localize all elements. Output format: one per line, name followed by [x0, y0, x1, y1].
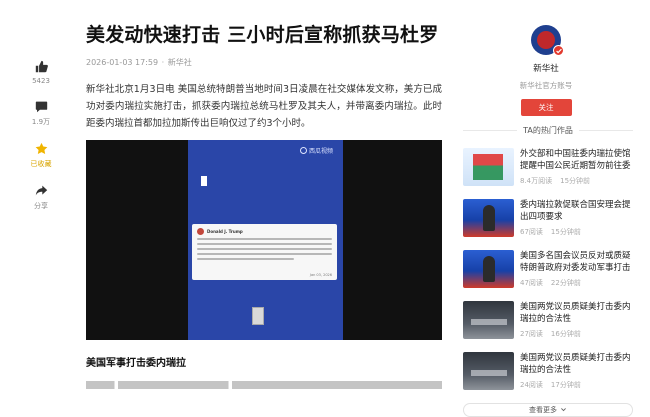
collect-button[interactable]: 已收藏: [26, 140, 56, 169]
hot-works-title: TA的热门作品: [463, 125, 633, 136]
chevron-down-icon: [560, 406, 567, 415]
hot-work-title: 美国两党议员质疑美打击委内瑞拉的合法性: [520, 302, 631, 324]
like-button[interactable]: 5423: [26, 58, 56, 85]
social-post-card: Donald J. Trump Jan 03, 2026: [192, 224, 337, 281]
article-date: 2026-01-03 17:59: [86, 58, 159, 67]
hot-work-thumbnail: [463, 199, 514, 237]
share-button[interactable]: 分享: [26, 182, 56, 211]
hot-work-item[interactable]: 美国两党议员质疑美打击委内瑞拉的合法性 27阅读 16分钟前: [463, 301, 633, 345]
comment-count: 1.9万: [31, 118, 51, 126]
share-icon: [33, 182, 49, 198]
article-source[interactable]: 新华社: [168, 58, 192, 67]
hot-works-list: 外交部和中国驻委内瑞拉使馆提醒中国公民近期暂勿前往委内瑞拉 8.4万阅读 15分钟前…: [463, 148, 633, 396]
hot-work-time: 17分钟前: [550, 381, 581, 389]
author-name[interactable]: 新华社: [533, 62, 559, 74]
hot-work-reads: 67阅读: [520, 228, 543, 236]
hot-work-title: 美国多名国会议员反对或质疑特朗普政府对委发动军事打击: [520, 251, 631, 273]
hot-work-time: 22分钟前: [550, 279, 581, 287]
hot-work-item[interactable]: 外交部和中国驻委内瑞拉使馆提醒中国公民近期暂勿前往委内瑞拉 8.4万阅读 15分钟前: [463, 148, 633, 192]
hot-work-thumbnail: [463, 301, 514, 339]
section-heading: 美国军事打击委内瑞拉: [86, 358, 186, 370]
comment-icon: [33, 98, 49, 114]
next-paragraph: [86, 381, 442, 390]
video-side-icon: [201, 176, 207, 187]
hot-work-item[interactable]: 美国多名国会议员反对或质疑特朗普政府对委发动军事打击 47阅读 22分钟前: [463, 250, 633, 294]
hot-work-title: 美国两党议员质疑美打击委内瑞拉的合法性: [520, 353, 631, 375]
article: 美发动快速打击 三小时后宣称抓获马杜罗 2026-01-03 17:59 · 新…: [86, 20, 442, 390]
post-author: Donald J. Trump: [207, 229, 243, 235]
hot-work-time: 15分钟前: [560, 177, 591, 185]
view-more-button[interactable]: 查看更多: [463, 403, 633, 417]
post-date: Jan 03, 2026: [309, 273, 332, 278]
hot-work-thumbnail: [463, 352, 514, 390]
hot-work-reads: 24阅读: [520, 381, 543, 389]
hot-work-title: 委内瑞拉敦促联合国安理会提出四项要求: [520, 200, 631, 222]
thumbs-up-icon: [33, 58, 49, 74]
author-logo-icon: [537, 31, 555, 49]
share-label: 分享: [34, 202, 48, 210]
article-video[interactable]: 西瓜视频 Donald J. Trump Jan 03, 2026: [86, 140, 442, 341]
video-badge-icon: [252, 307, 264, 326]
video-frame: 西瓜视频 Donald J. Trump Jan 03, 2026: [188, 140, 343, 341]
hot-work-thumbnail: [463, 148, 514, 186]
hot-work-title: 外交部和中国驻委内瑞拉使馆提醒中国公民近期暂勿前往委内瑞拉: [520, 149, 631, 171]
star-icon: [33, 140, 49, 156]
action-rail: 5423 1.9万 已收藏 分享: [26, 58, 56, 224]
author-avatar[interactable]: [531, 25, 564, 56]
article-lead: 新华社北京1月3日电 美国总统特朗普当地时间3日凌晨在社交媒体发文称，美方已成功…: [86, 84, 442, 129]
author-card: 新华社 新华社官方账号 关注: [513, 25, 579, 116]
author-description: 新华社官方账号: [519, 81, 573, 90]
post-avatar: [197, 228, 204, 236]
article-meta: 2026-01-03 17:59 · 新华社: [86, 58, 192, 67]
hot-work-item[interactable]: 美国两党议员质疑美打击委内瑞拉的合法性 24阅读 17分钟前: [463, 352, 633, 396]
article-title: 美发动快速打击 三小时后宣称抓获马杜罗: [86, 24, 439, 46]
like-count: 5423: [32, 77, 50, 85]
hot-work-reads: 47阅读: [520, 279, 543, 287]
verified-badge-icon: [553, 45, 564, 56]
hot-work-thumbnail: [463, 250, 514, 288]
hot-work-time: 16分钟前: [550, 330, 581, 338]
follow-button[interactable]: 关注: [520, 99, 572, 116]
hot-works: TA的热门作品 外交部和中国驻委内瑞拉使馆提醒中国公民近期暂勿前往委内瑞拉 8.4…: [463, 125, 633, 417]
watermark-logo-icon: [299, 147, 307, 155]
hot-work-reads: 8.4万阅读: [520, 177, 553, 185]
collect-label: 已收藏: [30, 160, 52, 168]
hot-work-item[interactable]: 委内瑞拉敦促联合国安理会提出四项要求 67阅读 15分钟前: [463, 199, 633, 243]
video-watermark: 西瓜视频: [299, 146, 333, 155]
hot-work-reads: 27阅读: [520, 330, 543, 338]
hot-work-time: 15分钟前: [550, 228, 581, 236]
comment-button[interactable]: 1.9万: [26, 98, 56, 127]
